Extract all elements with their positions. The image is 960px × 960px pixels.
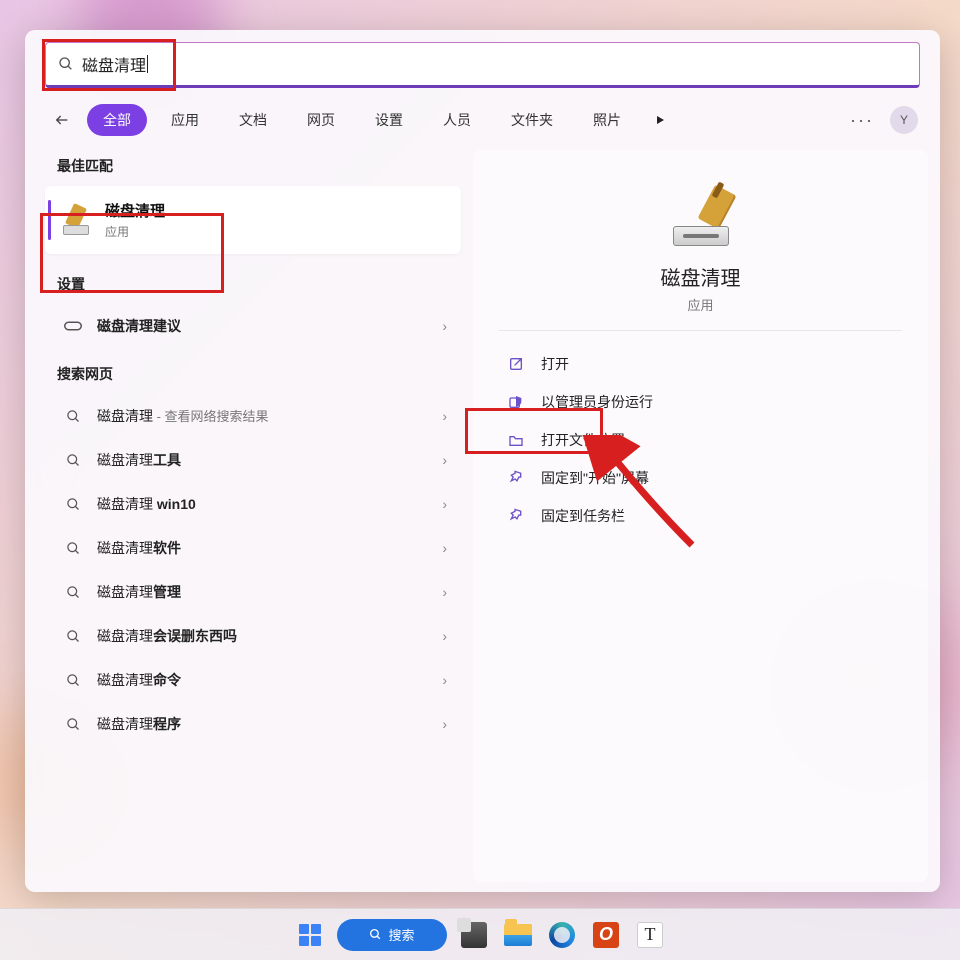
search-bar[interactable]: 磁盘清理 — [45, 42, 920, 88]
filter-tab-4[interactable]: 设置 — [359, 104, 419, 136]
web-result-0[interactable]: 磁盘清理 - 查看网络搜索结果› — [43, 394, 463, 438]
chevron-right-icon: › — [442, 540, 447, 556]
back-button[interactable] — [47, 105, 77, 135]
search-icon — [63, 453, 83, 468]
search-icon — [63, 673, 83, 688]
user-avatar[interactable]: Y — [890, 106, 918, 134]
pin-icon — [507, 469, 525, 487]
best-match-subtitle: 应用 — [105, 223, 165, 240]
web-result-2[interactable]: 磁盘清理 win10› — [43, 482, 463, 526]
filter-tab-1[interactable]: 应用 — [155, 104, 215, 136]
chevron-right-icon: › — [442, 716, 447, 732]
admin-icon — [507, 393, 525, 411]
web-result-6[interactable]: 磁盘清理命令› — [43, 658, 463, 702]
storage-icon — [63, 321, 83, 331]
task-view-button[interactable] — [457, 918, 491, 952]
filter-tab-3[interactable]: 网页 — [291, 104, 351, 136]
chevron-right-icon: › — [442, 628, 447, 644]
chevron-right-icon: › — [442, 584, 447, 600]
edge-browser-button[interactable] — [545, 918, 579, 952]
web-result-5[interactable]: 磁盘清理会误删东西吗› — [43, 614, 463, 658]
web-result-1[interactable]: 磁盘清理工具› — [43, 438, 463, 482]
chevron-right-icon: › — [442, 452, 447, 468]
filter-tab-7[interactable]: 照片 — [577, 104, 637, 136]
web-result-3[interactable]: 磁盘清理软件› — [43, 526, 463, 570]
search-icon — [63, 629, 83, 644]
taskbar: 搜索 O T — [0, 908, 960, 960]
filter-tabs-row: 全部应用文档网页设置人员文件夹照片 ··· Y — [25, 96, 940, 150]
text-cursor — [147, 55, 148, 73]
file-explorer-button[interactable] — [501, 918, 535, 952]
search-icon — [63, 497, 83, 512]
search-icon — [58, 56, 74, 72]
best-match-result[interactable]: 磁盘清理 应用 — [45, 186, 461, 254]
chevron-right-icon: › — [442, 672, 447, 688]
detail-title: 磁盘清理 — [661, 262, 741, 291]
open-icon — [507, 355, 525, 373]
search-icon — [63, 717, 83, 732]
results-left-pane: 最佳匹配 磁盘清理 应用 设置 磁盘清理建议› 搜索网页 磁盘清理 - 查看网络… — [43, 150, 463, 882]
pin-icon — [507, 507, 525, 525]
tabs-more-button[interactable] — [647, 107, 673, 133]
taskbar-search-button[interactable]: 搜索 — [337, 919, 447, 951]
filter-tab-2[interactable]: 文档 — [223, 104, 283, 136]
taskbar-app-o[interactable]: O — [589, 918, 623, 952]
start-button[interactable] — [293, 918, 327, 952]
action-folder[interactable]: 打开文件位置 — [499, 421, 902, 459]
section-best-match-title: 最佳匹配 — [43, 150, 463, 186]
action-open[interactable]: 打开 — [499, 345, 902, 383]
action-pin-4[interactable]: 固定到任务栏 — [499, 497, 902, 535]
settings-item-0[interactable]: 磁盘清理建议› — [43, 304, 463, 348]
disk-cleanup-icon — [61, 205, 91, 235]
search-input-text: 磁盘清理 — [82, 52, 146, 76]
chevron-right-icon: › — [442, 318, 447, 334]
taskbar-app-t[interactable]: T — [633, 918, 667, 952]
search-icon — [63, 409, 83, 424]
search-icon — [63, 585, 83, 600]
web-result-7[interactable]: 磁盘清理程序› — [43, 702, 463, 746]
chevron-right-icon: › — [442, 408, 447, 424]
filter-tab-0[interactable]: 全部 — [87, 104, 147, 136]
best-match-title: 磁盘清理 — [105, 200, 165, 221]
overflow-menu-button[interactable]: ··· — [844, 110, 880, 131]
action-admin[interactable]: 以管理员身份运行 — [499, 383, 902, 421]
filter-tab-5[interactable]: 人员 — [427, 104, 487, 136]
search-window: 磁盘清理 全部应用文档网页设置人员文件夹照片 ··· Y 最佳匹配 磁盘清理 应… — [25, 30, 940, 892]
filter-tab-6[interactable]: 文件夹 — [495, 104, 569, 136]
web-result-4[interactable]: 磁盘清理管理› — [43, 570, 463, 614]
search-icon — [63, 541, 83, 556]
detail-subtitle: 应用 — [687, 295, 713, 314]
section-web-title: 搜索网页 — [43, 358, 463, 394]
detail-app-icon — [665, 186, 737, 250]
chevron-right-icon: › — [442, 496, 447, 512]
detail-pane: 磁盘清理 应用 打开以管理员身份运行打开文件位置固定到"开始"屏幕固定到任务栏 — [473, 150, 928, 882]
action-pin[interactable]: 固定到"开始"屏幕 — [499, 459, 902, 497]
folder-icon — [507, 431, 525, 449]
section-settings-title: 设置 — [43, 268, 463, 304]
